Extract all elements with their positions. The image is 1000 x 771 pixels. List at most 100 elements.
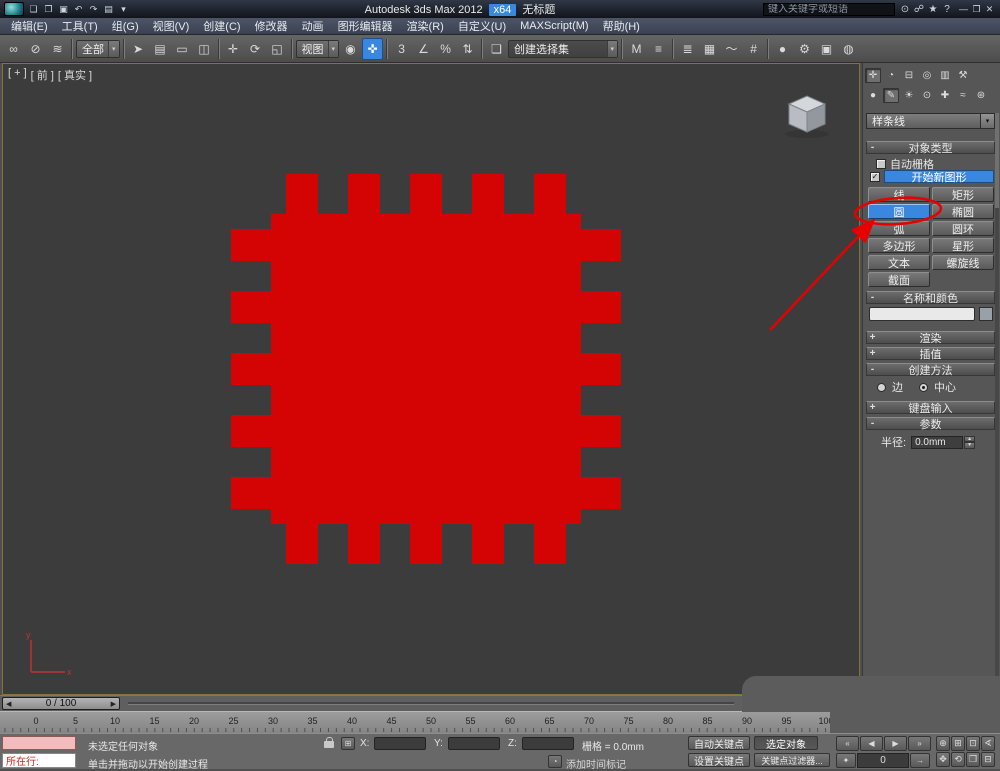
object-type-星形[interactable]: 星形 <box>932 238 994 253</box>
close-icon[interactable]: ✕ <box>983 3 996 16</box>
select-and-move-icon[interactable]: ✛ <box>223 38 244 60</box>
align-icon[interactable]: ≡ <box>648 38 669 60</box>
menu-item-帮助(H)[interactable]: 帮助(H) <box>596 18 647 34</box>
rollout-name-color[interactable]: - 名称和颜色 <box>866 291 995 305</box>
pan-icon[interactable]: ✥ <box>936 752 950 767</box>
auto-key-button[interactable]: 自动关键点 <box>688 736 750 751</box>
menu-item-渲染(R)[interactable]: 渲染(R) <box>400 18 451 34</box>
z-coordinate-field[interactable] <box>522 737 574 750</box>
spline-shape[interactable] <box>231 174 621 564</box>
key-filters-button[interactable]: 关键点过滤器... <box>754 753 830 767</box>
shape-category-dropdown[interactable]: 样条线 ▾ <box>866 113 995 129</box>
selection-region-icon[interactable]: ▭ <box>172 38 193 60</box>
render-setup-icon[interactable]: ⚙ <box>794 38 815 60</box>
time-slider[interactable]: ◀ 0 / 100 ▶ <box>2 697 120 710</box>
zoom-icon[interactable]: ⊕ <box>936 736 950 751</box>
select-and-scale-icon[interactable]: ◱ <box>267 38 288 60</box>
minimize-icon[interactable]: — <box>957 3 970 16</box>
object-type-文本[interactable]: 文本 <box>868 255 930 270</box>
maximize-viewport-toggle-icon[interactable]: ❒ <box>966 752 980 767</box>
object-type-截面[interactable]: 截面 <box>868 272 930 287</box>
next-frame-arrow-icon[interactable]: ▶ <box>111 700 116 708</box>
space-warps-tab[interactable]: ≈ <box>955 88 971 103</box>
viewport-front[interactable]: [ + ] [ 前 ] [ 真实 ] x y <box>2 63 860 695</box>
use-pivot-point-icon[interactable]: ◉ <box>340 38 361 60</box>
object-name-field[interactable] <box>869 307 975 321</box>
edit-named-selections-icon[interactable]: ❏ <box>486 38 507 60</box>
object-type-线[interactable]: 线 <box>868 187 930 202</box>
autogrid-checkbox[interactable] <box>876 159 886 169</box>
motion-tab[interactable]: ◎ <box>919 68 935 83</box>
selected-object-dropdown[interactable]: 选定对象 <box>754 736 818 751</box>
workspace-dropdown-icon[interactable]: ▾ <box>116 2 131 16</box>
mirror-icon[interactable]: M <box>626 38 647 60</box>
track-bar-ruler[interactable]: 0 5 10 15 20 25 30 35 40 45 50 55 60 65 70 75 80 85 90 95 10… <box>0 711 834 733</box>
edge-radio[interactable] <box>877 382 886 392</box>
object-type-多边形[interactable]: 多边形 <box>868 238 930 253</box>
unlink-selection-icon[interactable]: ⊘ <box>25 38 46 60</box>
key-mode-toggle-button[interactable]: ✦ <box>836 753 856 768</box>
previous-frame-button[interactable]: ◀ <box>860 736 883 751</box>
center-radio[interactable] <box>919 382 928 392</box>
rollout-object-type[interactable]: - 对象类型 <box>866 141 995 155</box>
radius-spinner[interactable]: ▲ ▼ <box>964 435 976 449</box>
reference-coordinate-dropdown[interactable]: 视图 ▾ <box>295 39 340 58</box>
percent-snap-icon[interactable]: % <box>435 38 456 60</box>
lights-tab[interactable]: ☀ <box>901 88 917 103</box>
cameras-tab[interactable]: ⊙ <box>919 88 935 103</box>
communication-center-icon[interactable]: ☍ <box>912 2 926 16</box>
systems-tab[interactable]: ⊛ <box>973 88 989 103</box>
menu-item-工具(T)[interactable]: 工具(T) <box>55 18 105 34</box>
menu-item-修改器[interactable]: 修改器 <box>248 18 295 34</box>
create-tab[interactable]: ✛ <box>865 68 881 83</box>
time-slider-track[interactable]: ◀ 0 / 100 ▶ <box>0 695 742 711</box>
search-go-icon[interactable]: ⊙ <box>898 2 912 16</box>
viewcube[interactable] <box>779 90 835 140</box>
hierarchy-tab[interactable]: ⊟ <box>901 68 917 83</box>
ribbon-toggle-icon[interactable]: ▦ <box>699 38 720 60</box>
material-editor-icon[interactable]: ● <box>772 38 793 60</box>
go-to-end-button[interactable]: » <box>908 736 931 751</box>
zoom-all-icon[interactable]: ⊞ <box>951 736 965 751</box>
angle-snap-icon[interactable]: ∠ <box>413 38 434 60</box>
maxscript-mini-listener[interactable]: 所在行: <box>2 753 76 768</box>
geometry-tab[interactable]: ● <box>865 88 881 103</box>
layer-manager-icon[interactable]: ≣ <box>677 38 698 60</box>
radius-field[interactable]: 0.0mm <box>911 435 964 449</box>
bind-to-space-warp-icon[interactable]: ≋ <box>47 38 68 60</box>
rendered-frame-icon[interactable]: ▣ <box>816 38 837 60</box>
object-type-椭圆[interactable]: 椭圆 <box>932 204 994 219</box>
menu-item-编辑(E)[interactable]: 编辑(E) <box>4 18 55 34</box>
project-folder-icon[interactable]: ▤ <box>101 2 116 16</box>
help-icon[interactable]: ? <box>940 2 954 16</box>
menu-item-图形编辑器[interactable]: 图形编辑器 <box>331 18 400 34</box>
menu-item-创建(C)[interactable]: 创建(C) <box>196 18 247 34</box>
undo-icon[interactable]: ↶ <box>71 2 86 16</box>
viewport-menu-view[interactable]: [ 前 ] <box>31 67 54 83</box>
object-type-螺旋线[interactable]: 螺旋线 <box>932 255 994 270</box>
new-scene-icon[interactable]: ❏ <box>26 2 41 16</box>
object-type-圆[interactable]: 圆 <box>868 204 930 219</box>
rollout-rendering[interactable]: + 渲染 <box>866 331 995 345</box>
selection-filter-dropdown[interactable]: 全部 ▾ <box>76 39 120 58</box>
named-selection-dropdown[interactable]: 创建选择集 ▾ <box>508 39 619 58</box>
zoom-extents-icon[interactable]: ⊡ <box>966 736 980 751</box>
set-key-button[interactable]: 设置关键点 <box>688 753 750 768</box>
current-frame-field[interactable]: 0 <box>857 753 909 768</box>
open-file-icon[interactable]: ❐ <box>41 2 56 16</box>
search-input[interactable] <box>763 2 895 16</box>
orbit-icon[interactable]: ⟲ <box>951 752 965 767</box>
rollout-keyboard-entry[interactable]: + 键盘输入 <box>866 401 995 415</box>
helpers-tab[interactable]: ✚ <box>937 88 953 103</box>
modify-tab[interactable]: ◔ <box>883 68 899 83</box>
curve-editor-icon[interactable]: ～ <box>721 38 742 60</box>
menu-item-动画[interactable]: 动画 <box>295 18 331 34</box>
time-tag-icon[interactable]: ◔ <box>548 755 562 768</box>
select-and-link-icon[interactable]: ∞ <box>3 38 24 60</box>
spinner-down-icon[interactable]: ▼ <box>964 442 976 449</box>
viewport-menu-general[interactable]: [ + ] <box>8 67 27 83</box>
menu-item-自定义(U)[interactable]: 自定义(U) <box>451 18 513 34</box>
next-frame-button[interactable]: → <box>910 753 930 768</box>
start-new-shape-button[interactable]: 开始新图形 <box>884 170 994 184</box>
spinner-snap-icon[interactable]: ⇅ <box>457 38 478 60</box>
